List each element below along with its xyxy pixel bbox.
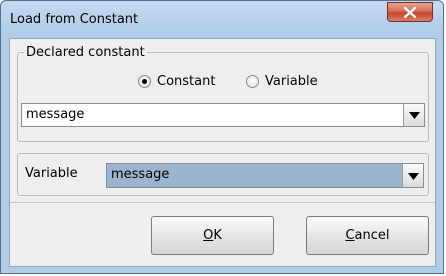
constant-combo[interactable]: message <box>21 103 425 127</box>
constant-radio-label[interactable]: Constant <box>157 74 215 89</box>
constant-radio[interactable] <box>138 75 151 88</box>
close-x-icon <box>404 7 416 18</box>
variable-label: Variable <box>25 166 78 181</box>
cancel-button[interactable]: Cancel <box>306 216 429 255</box>
variable-pane: Variable message <box>17 153 429 196</box>
variable-combo[interactable]: message <box>106 163 424 188</box>
chevron-down-icon <box>408 173 419 180</box>
ok-button[interactable]: OK <box>151 216 274 255</box>
variable-combo-value: message <box>111 167 170 182</box>
variable-combo-dropdown-button[interactable] <box>402 164 423 187</box>
chevron-down-icon <box>409 112 420 119</box>
variable-radio[interactable] <box>246 75 259 88</box>
radio-selected-dot <box>142 79 147 84</box>
ok-label-rest: K <box>213 228 222 243</box>
cancel-mnemonic: C <box>345 228 355 243</box>
title-bar[interactable]: Load from Constant <box>1 1 445 38</box>
dialog-window: Load from Constant Declared constant Con… <box>0 0 444 274</box>
button-separator <box>10 202 435 203</box>
group-legend: Declared constant <box>24 45 147 60</box>
declared-constant-group: Declared constant Constant Variable mess… <box>17 45 429 142</box>
dialog-body: Declared constant Constant Variable mess… <box>9 38 436 267</box>
close-button[interactable] <box>387 2 433 22</box>
constant-combo-dropdown-button[interactable] <box>403 104 424 126</box>
ok-mnemonic: O <box>203 228 214 243</box>
cancel-label-rest: ancel <box>354 228 390 243</box>
window-title: Load from Constant <box>10 12 139 27</box>
constant-combo-value: message <box>26 107 85 122</box>
variable-radio-label[interactable]: Variable <box>265 74 318 89</box>
